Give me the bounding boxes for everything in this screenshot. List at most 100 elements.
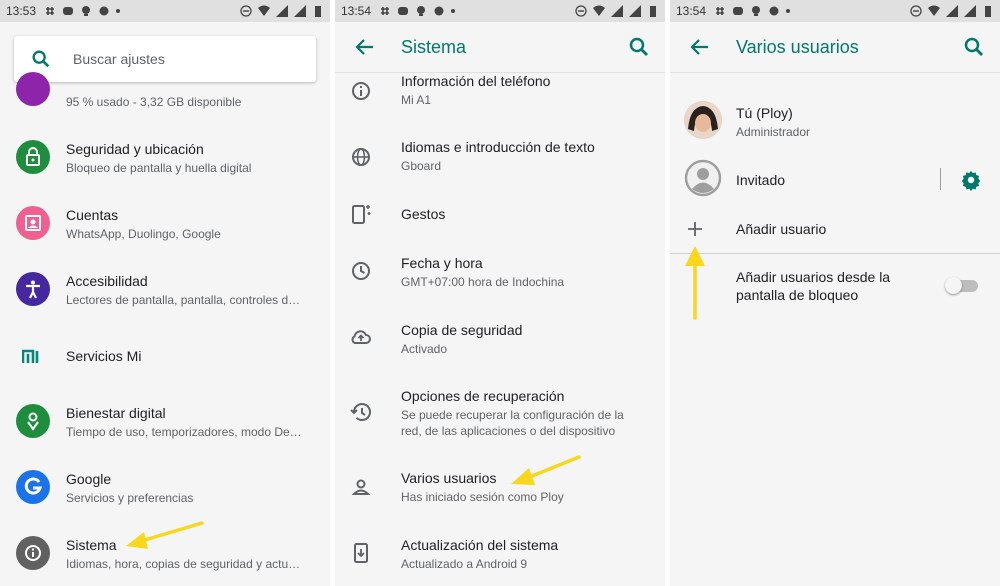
slack-icon xyxy=(716,7,725,15)
settings-item-accessibility[interactable]: Accesibilidad Lectores de pantalla, pant… xyxy=(0,262,330,322)
settings-item-title: Sistema xyxy=(66,537,117,553)
signal2-icon xyxy=(294,5,306,17)
wellbeing-icon xyxy=(16,404,50,438)
lockscreen-toggle[interactable] xyxy=(945,276,978,296)
settings-item-mi-services[interactable]: Servicios Mi xyxy=(0,328,330,384)
user-row-owner[interactable]: Tú (Ploy) Administrador xyxy=(670,96,1000,146)
plus-icon xyxy=(688,222,702,236)
settings-item-subtitle: Se puede recuperar la configuración de l… xyxy=(401,408,624,422)
setting-label-line1: Añadir usuarios desde la xyxy=(736,269,891,285)
info-outline-icon xyxy=(352,82,370,100)
gear-small-icon xyxy=(434,6,444,16)
settings-item-title: Google xyxy=(66,471,112,487)
page-title: Sistema xyxy=(401,37,467,57)
storage-icon xyxy=(16,72,50,106)
settings-item-title: Fecha y hora xyxy=(401,255,483,271)
settings-item-subtitle: Servicios y preferencias xyxy=(66,491,194,505)
settings-item-recovery[interactable]: Opciones de recuperación Se puede recupe… xyxy=(335,376,665,446)
settings-item-title: Idiomas e introducción de texto xyxy=(401,139,595,155)
notification-icons xyxy=(379,5,456,17)
settings-item-title: Cuentas xyxy=(66,207,119,223)
settings-item-digital-wellbeing[interactable]: Bienestar digital Tiempo de uso, tempori… xyxy=(0,394,330,454)
settings-item-subtitle: Idiomas, hora, copias de seguridad y act… xyxy=(66,557,301,571)
user-role: Administrador xyxy=(736,125,811,139)
settings-item-google[interactable]: Google Servicios y preferencias xyxy=(0,460,330,520)
guest-avatar-icon xyxy=(684,159,722,197)
battery-icon xyxy=(650,6,656,17)
settings-item-security[interactable]: Seguridad y ubicación Bloqueo de pantall… xyxy=(0,130,330,190)
mi-logo-icon xyxy=(22,349,39,363)
settings-item-subtitle: Has iniciado sesión como Ploy xyxy=(401,490,564,504)
dnd-icon xyxy=(240,5,252,17)
slack-icon xyxy=(46,7,55,15)
settings-item-title: Copia de seguridad xyxy=(401,322,523,338)
gear-icon[interactable] xyxy=(960,169,982,191)
app-bar: Sistema xyxy=(335,22,665,72)
settings-item-title: Seguridad y ubicación xyxy=(66,141,204,157)
notification-icons xyxy=(714,5,791,17)
settings-item-subtitle: Lectores de pantalla, pantalla, controle… xyxy=(66,293,301,307)
guest-name: Invitado xyxy=(736,172,786,188)
settings-item-title: Bienestar digital xyxy=(66,405,166,421)
line-icon xyxy=(398,7,409,15)
bulb-icon xyxy=(82,6,91,16)
avatar xyxy=(684,101,722,139)
settings-item-title: Accesibilidad xyxy=(66,273,148,289)
settings-item-title: Información del teléfono xyxy=(401,73,551,89)
settings-item-title: Gestos xyxy=(401,206,446,222)
dnd-icon xyxy=(575,5,587,17)
settings-item-multiple-users[interactable]: Varios usuarios Has iniciado sesión como… xyxy=(335,460,665,516)
settings-item-subtitle: Mi A1 xyxy=(401,93,432,107)
add-user-button[interactable]: Añadir usuario xyxy=(670,210,1000,250)
account-box-icon xyxy=(16,206,50,240)
search-icon[interactable] xyxy=(962,35,986,59)
settings-item-languages[interactable]: Idiomas e introducción de texto Gboard xyxy=(335,130,665,186)
settings-item-storage[interactable]: 95 % usado - 3,32 GB disponible xyxy=(0,72,330,116)
accessibility-icon xyxy=(16,272,50,306)
person-icon xyxy=(351,479,371,495)
back-arrow-icon[interactable] xyxy=(688,35,712,59)
system-status-icons xyxy=(240,5,324,17)
settings-item-subtitle: 95 % usado - 3,32 GB disponible xyxy=(66,95,242,109)
settings-item-accounts[interactable]: Cuentas WhatsApp, Duolingo, Google xyxy=(0,196,330,256)
bulb-icon xyxy=(417,6,426,16)
settings-item-backup[interactable]: Copia de seguridad Activado xyxy=(335,310,665,366)
settings-item-subtitle: Tiempo de uso, temporizadores, modo De… xyxy=(66,425,302,439)
status-bar: 13:53 xyxy=(0,0,330,22)
more-dot-icon xyxy=(116,9,121,13)
signal-icon xyxy=(611,5,623,17)
signal2-icon xyxy=(964,5,976,17)
yellow-arrow-annotation xyxy=(126,521,204,549)
back-arrow-icon[interactable] xyxy=(353,35,377,59)
search-placeholder: Buscar ajustes xyxy=(73,51,165,67)
notification-icons xyxy=(44,5,121,17)
search-icon[interactable] xyxy=(627,35,651,59)
yellow-arrow-annotation xyxy=(511,455,581,485)
settings-item-date-time[interactable]: Fecha y hora GMT+07:00 hora de Indochina xyxy=(335,244,665,300)
settings-item-system-update[interactable]: Actualización del sistema Actualizado a … xyxy=(335,526,665,582)
settings-main-screen: 13:53 Buscar ajustes 95 % usado - 3,32 G… xyxy=(0,0,330,586)
search-settings-bar[interactable]: Buscar ajustes xyxy=(14,36,316,82)
restore-icon xyxy=(350,403,371,421)
appbar-divider xyxy=(670,72,1000,73)
battery-icon xyxy=(315,6,321,17)
settings-item-title: Opciones de recuperación xyxy=(401,388,565,404)
add-users-lockscreen-setting[interactable]: Añadir usuarios desde la pantalla de blo… xyxy=(670,262,1000,312)
multiple-users-screen: 13:54 Varios usuarios Tú (Ploy) Administ… xyxy=(670,0,1000,586)
settings-item-gestures[interactable]: Gestos xyxy=(335,196,665,236)
battery-icon xyxy=(985,6,991,17)
settings-item-subtitle: GMT+07:00 hora de Indochina xyxy=(401,275,565,289)
dnd-icon xyxy=(910,5,922,17)
add-user-label: Añadir usuario xyxy=(736,221,827,237)
section-divider xyxy=(670,253,1000,254)
settings-item-title: Servicios Mi xyxy=(66,348,142,364)
settings-item-phone-info[interactable]: Información del teléfono Mi A1 xyxy=(335,73,665,113)
system-update-icon xyxy=(354,543,368,563)
bulb-icon xyxy=(752,6,761,16)
signal-icon xyxy=(276,5,288,17)
app-bar: Varios usuarios xyxy=(670,22,1000,72)
settings-item-subtitle: Actualizado a Android 9 xyxy=(401,557,528,571)
signal-icon xyxy=(946,5,958,17)
status-time: 13:54 xyxy=(341,4,372,18)
user-row-guest[interactable]: Invitado xyxy=(670,154,1000,202)
